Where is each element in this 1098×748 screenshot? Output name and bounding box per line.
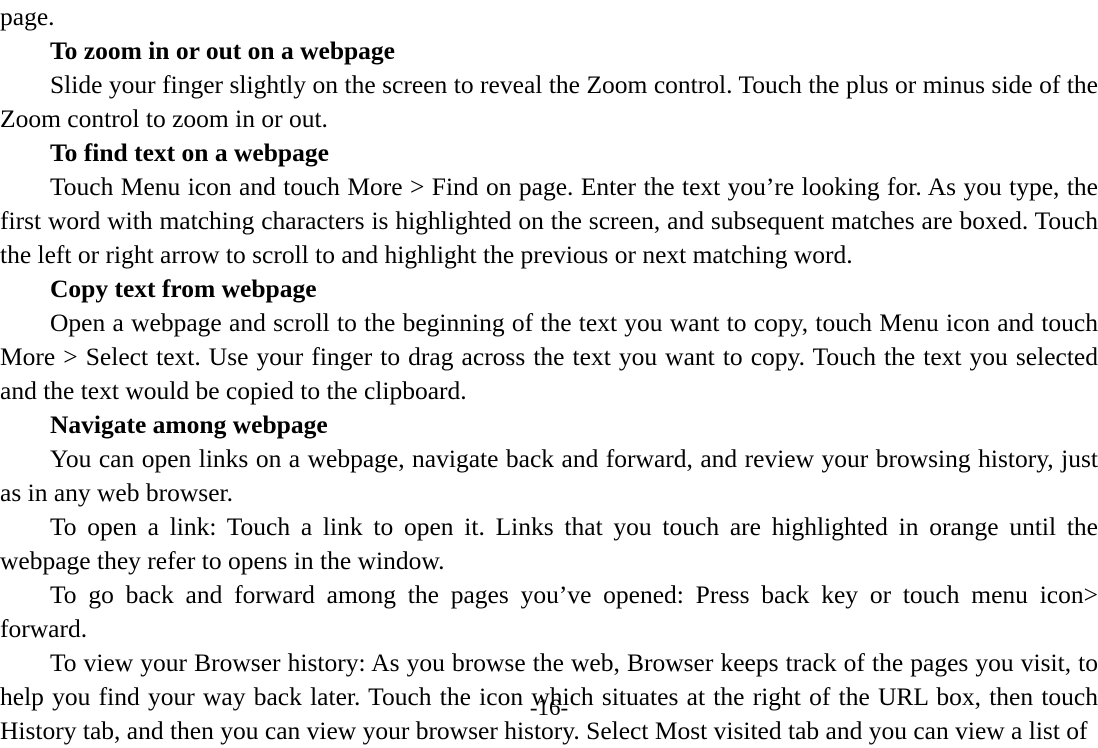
heading-navigate-among-webpage: Navigate among webpage	[50, 410, 328, 439]
paragraph-page-continuation: page.	[0, 2, 55, 31]
page-body-text: page. To zoom in or out on a webpage Sli…	[0, 0, 1098, 748]
page-number-footer: -16-	[529, 695, 569, 720]
heading-find-text: To find text on a webpage	[50, 138, 329, 167]
document-page: page. To zoom in or out on a webpage Sli…	[0, 0, 1098, 745]
paragraph-copy-text: Open a webpage and scroll to the beginni…	[0, 308, 1098, 405]
paragraph-find-text: Touch Menu icon and touch More > Find on…	[0, 172, 1098, 269]
paragraph-navigate-intro: You can open links on a webpage, navigat…	[0, 444, 1098, 507]
paragraph-zoom-in-or-out: Slide your finger slightly on the screen…	[0, 70, 1098, 133]
paragraph-open-link: To open a link: Touch a link to open it.…	[0, 512, 1098, 575]
paragraph-go-back-forward: To go back and forward among the pages y…	[0, 580, 1098, 643]
heading-copy-text: Copy text from webpage	[50, 274, 317, 303]
heading-zoom-in-or-out: To zoom in or out on a webpage	[50, 36, 395, 65]
